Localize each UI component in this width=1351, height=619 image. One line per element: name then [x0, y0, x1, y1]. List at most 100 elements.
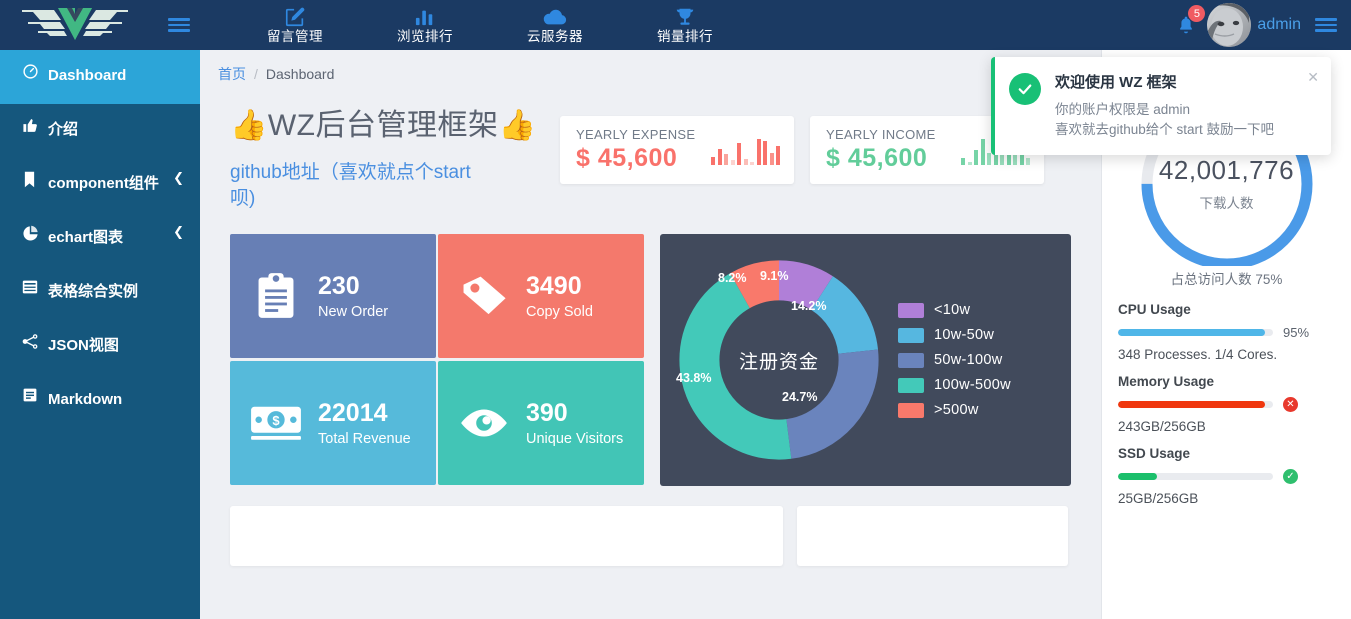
nav-item-browse-ranking[interactable]: 浏览排行 [360, 0, 490, 50]
sidebar-item-table[interactable]: 表格综合实例 [0, 266, 200, 320]
memory-usage-row: ✕ [1118, 397, 1337, 412]
legend-label: 10w-50w [934, 327, 995, 343]
nav-item-sales-ranking[interactable]: 销量排行 [620, 0, 750, 50]
breadcrumb-home[interactable]: 首页 [218, 64, 246, 84]
donut-chart[interactable]: 注册资金 9.1% 14.2% 24.7% 43.8% 8.2% [674, 255, 884, 465]
bottom-card-left [230, 506, 783, 566]
header-right-tools: 5 admin [1165, 0, 1351, 50]
legend-item[interactable]: 100w-500w [898, 377, 1011, 393]
sidebar-toggle-button[interactable] [150, 0, 208, 50]
content-body: 👍WZ后台管理框架👍 github地址（喜欢就点个start呗) YEARLY … [200, 92, 1101, 566]
username-label[interactable]: admin [1257, 16, 1301, 34]
donut-slice-label-gt500w: 8.2% [718, 271, 747, 285]
nav-item-label: 浏览排行 [397, 29, 453, 44]
error-x-icon: ✕ [1283, 397, 1298, 412]
yearly-expense-card: YEARLY EXPENSE $ 45,600 [560, 116, 794, 184]
edit-square-icon [284, 6, 306, 28]
header-menu-button[interactable] [1315, 15, 1343, 35]
ssd-usage-note: 25GB/256GB [1118, 491, 1199, 506]
bar-chart-icon [414, 6, 436, 28]
legend-item[interactable]: <10w [898, 302, 1011, 318]
ssd-usage-title: SSD Usage [1118, 446, 1191, 461]
panels-row: 230 New Order 3490 Copy Sold $ 22014 Tot… [230, 234, 1071, 486]
donut-center-title: 注册资金 [738, 351, 819, 373]
chevron-left-icon: ❮ [173, 224, 184, 239]
close-icon[interactable]: ✕ [1307, 69, 1319, 86]
legend-color-swatch [898, 302, 924, 318]
stat-label: Copy Sold [526, 304, 593, 320]
page-title: 👍WZ后台管理框架👍 [230, 109, 537, 142]
github-link[interactable]: github地址（喜欢就点个start呗) [230, 160, 488, 212]
nav-item-cloud-server[interactable]: 云服务器 [490, 0, 620, 50]
sidebar-item-intro[interactable]: 介绍 [0, 104, 200, 158]
success-check-icon: ✓ [1283, 469, 1298, 484]
legend-item[interactable]: >500w [898, 402, 1011, 418]
sidebar-item-echart[interactable]: echart图表 ❮ [0, 212, 200, 266]
money-bill-icon: $ [250, 403, 302, 443]
legend-label: >500w [934, 402, 979, 418]
donut-slice-label-10w-50w: 14.2% [791, 299, 827, 313]
ssd-usage-bar-fill [1118, 473, 1157, 480]
toast-title: 欢迎使用 WZ 框架 [1055, 74, 1177, 91]
app-logo[interactable] [0, 0, 150, 50]
usage-section: CPU Usage 95% 348 Processes. 1/4 Cores. … [1102, 288, 1351, 506]
legend-label: <10w [934, 302, 971, 318]
main-content: 首页 / Dashboard 👍WZ后台管理框架👍 github地址（喜欢就点个… [200, 50, 1101, 619]
sidebar-item-json-view[interactable]: JSON视图 [0, 320, 200, 374]
dashboard-gauge-icon [22, 62, 48, 80]
gauge-value: 42,001,776 [1158, 154, 1295, 185]
nav-item-label: 销量排行 [657, 29, 713, 44]
avatar[interactable] [1207, 3, 1252, 47]
stat-card-unique-visitors[interactable]: 390 Unique Visitors [438, 361, 644, 485]
ssd-usage-row: ✓ [1118, 469, 1337, 484]
stat-label: New Order [318, 304, 389, 320]
cloud-icon [542, 6, 568, 28]
node-tree-icon [22, 332, 48, 350]
toast-line-2: 喜欢就去github给个 start 鼓励一下吧 [1055, 122, 1275, 137]
dashboard-page: 留言管理 浏览排行 云服务器 销量排行 5 admin Dashboard 介绍… [0, 0, 1351, 619]
stat-card-new-order[interactable]: 230 New Order [230, 234, 436, 358]
sidebar-item-label: JSON视图 [48, 337, 119, 354]
nav-item-messages[interactable]: 留言管理 [230, 0, 360, 50]
price-tag-icon [458, 273, 510, 319]
sidebar-item-label: component组件 [48, 175, 159, 192]
breadcrumb: 首页 / Dashboard [200, 50, 1101, 92]
summary-cards: YEARLY EXPENSE $ 45,600 YEARLY INCOME $ … [560, 96, 1044, 184]
sidebar-item-component[interactable]: component组件 ❮ [0, 158, 200, 212]
legend-label: 100w-500w [934, 377, 1011, 393]
cpu-usage-title: CPU Usage [1118, 302, 1191, 317]
pie-chart-icon [22, 224, 48, 242]
cpu-usage-note: 348 Processes. 1/4 Cores. [1118, 347, 1278, 362]
donut-slice-label-50w-100w: 24.7% [782, 390, 818, 404]
welcome-toast: 欢迎使用 WZ 框架 你的账户权限是 admin 喜欢就去github给个 st… [991, 57, 1331, 155]
sidebar-item-markdown[interactable]: Markdown [0, 374, 200, 428]
table-icon [22, 278, 48, 295]
stat-card-copy-sold[interactable]: 3490 Copy Sold [438, 234, 644, 358]
sidebar: Dashboard 介绍 component组件 ❮ echart图表 ❮ 表格… [0, 50, 200, 619]
cpu-usage-bar [1118, 329, 1273, 336]
registered-capital-chart: 注册资金 9.1% 14.2% 24.7% 43.8% 8.2% <10w 10… [660, 234, 1071, 486]
memory-usage-note: 243GB/256GB [1118, 419, 1206, 434]
nav-item-label: 留言管理 [267, 29, 323, 44]
legend-item[interactable]: 10w-50w [898, 327, 1011, 343]
sidebar-item-label: Markdown [48, 391, 123, 408]
stat-card-total-revenue[interactable]: $ 22014 Total Revenue [230, 361, 436, 485]
cpu-usage-percent: 95% [1283, 325, 1310, 340]
eye-icon [458, 406, 510, 440]
stat-value: 3490 [526, 272, 582, 300]
card-label: YEARLY INCOME [826, 127, 936, 142]
card-label: YEARLY EXPENSE [576, 127, 696, 142]
thumbs-up-icon [22, 116, 48, 134]
sidebar-item-dashboard[interactable]: Dashboard [0, 50, 200, 104]
notifications-button[interactable]: 5 [1165, 0, 1207, 50]
toast-body: 欢迎使用 WZ 框架 你的账户权限是 admin 喜欢就去github给个 st… [1055, 71, 1274, 141]
legend-item[interactable]: 50w-100w [898, 352, 1011, 368]
header-nav: 留言管理 浏览排行 云服务器 销量排行 [230, 0, 750, 50]
notification-badge: 5 [1188, 5, 1206, 22]
sidebar-item-label: Dashboard [48, 67, 127, 84]
cpu-usage-bar-fill [1118, 329, 1266, 336]
stat-label: Unique Visitors [526, 431, 624, 447]
donut-slice-label-100w-500w: 43.8% [676, 371, 712, 385]
bottom-card-right [797, 506, 1068, 566]
toast-line-1: 你的账户权限是 admin [1055, 102, 1191, 117]
